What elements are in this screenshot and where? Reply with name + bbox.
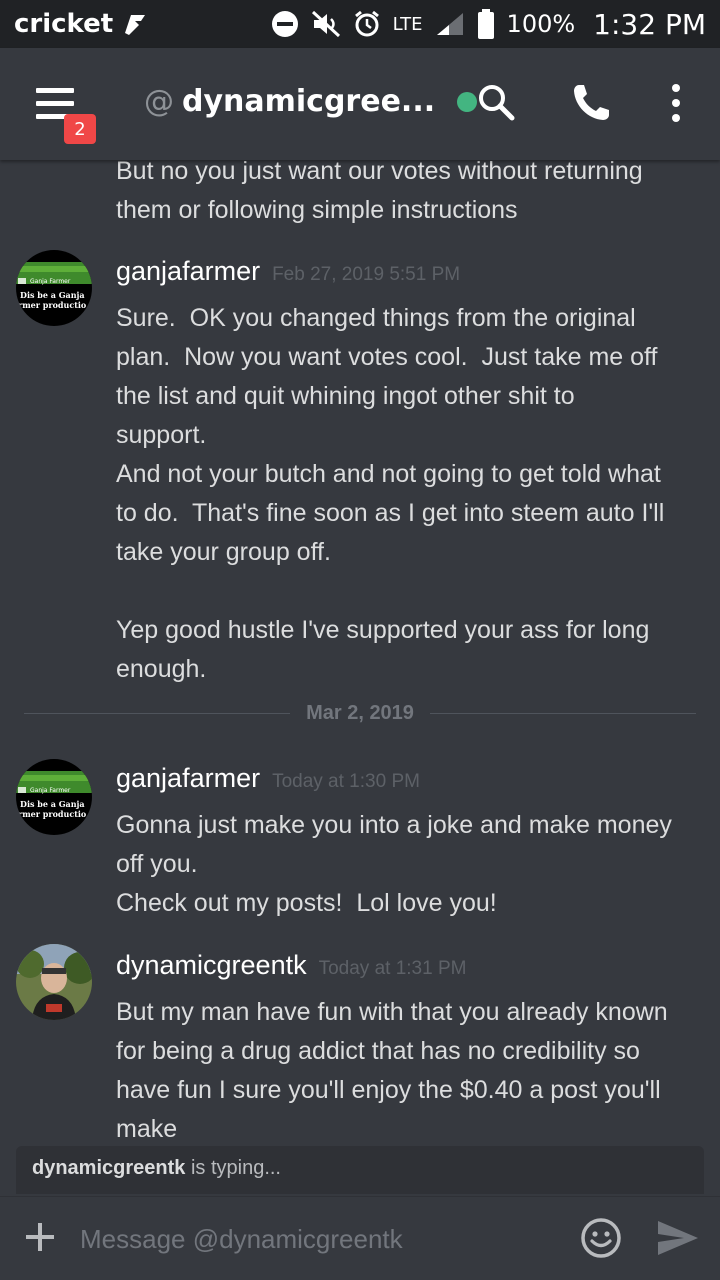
avatar-banner-text: Ganja Farmer: [30, 787, 71, 794]
battery-percent: 100%: [506, 10, 576, 38]
divider-line: [429, 712, 697, 714]
plus-icon: [26, 1223, 54, 1251]
ganjafarmer-avatar-image: Ganja Farmer Dis be a Ganja rmer product…: [16, 250, 92, 326]
search-button[interactable]: [476, 82, 516, 126]
author-name[interactable]: dynamicgreentk: [116, 950, 307, 981]
hamburger-icon-line: [36, 101, 74, 106]
search-icon: [479, 85, 515, 121]
more-options-button[interactable]: [666, 82, 686, 128]
author-name[interactable]: ganjafarmer: [116, 763, 260, 794]
avatar[interactable]: [16, 944, 92, 1020]
unread-badge: 2: [64, 114, 96, 144]
smiley-icon: [581, 1218, 621, 1258]
mute-icon: [311, 10, 341, 38]
typing-suffix: is typing...: [185, 1157, 281, 1179]
message-text: Gonna just make you into a joke and make…: [116, 811, 672, 917]
more-vertical-icon: [672, 84, 680, 122]
message-list[interactable]: But no you just want our votes without r…: [0, 160, 720, 1146]
typing-user: dynamicgreentk: [32, 1157, 186, 1179]
message-composer: [0, 1196, 720, 1280]
timestamp: Today at 1:30 PM: [272, 771, 420, 792]
clock: 1:32 PM: [593, 7, 706, 41]
divider-line: [24, 712, 291, 714]
at-symbol: @: [144, 84, 174, 119]
date-divider-label: Mar 2, 2019: [306, 701, 414, 724]
signal-icon: [435, 11, 465, 37]
svg-text:Dis be a Ganja: Dis be a Ganja: [20, 799, 85, 809]
send-icon: [658, 1221, 698, 1255]
avatar-banner-text: Ganja Farmer: [30, 278, 71, 285]
message-text: Sure. OK you changed things from the ori…: [116, 304, 665, 683]
message-header: ganjafarmer Today at 1:30 PM: [116, 763, 420, 794]
ganjafarmer-avatar-image: Ganja Farmer Dis be a Ganja rmer product…: [16, 759, 92, 835]
status-bar: cricket LTE 100% 1:32 PM: [0, 0, 720, 48]
online-status-indicator: [457, 91, 478, 112]
avatar[interactable]: Ganja Farmer Dis be a Ganja rmer product…: [16, 250, 92, 326]
carrier-label: cricket: [14, 9, 114, 39]
battery-icon: [477, 9, 495, 39]
phone-icon: [574, 85, 609, 120]
notification-icon: [121, 11, 147, 37]
svg-text:rmer productio: rmer productio: [18, 300, 87, 310]
message-text: But my man have fun with that you alread…: [116, 998, 668, 1143]
call-button[interactable]: [570, 82, 612, 128]
hamburger-icon: [36, 88, 74, 93]
svg-text:Dis be a Ganja: Dis be a Ganja: [20, 290, 85, 300]
network-type-label: LTE: [392, 13, 423, 35]
author-name[interactable]: ganjafarmer: [116, 256, 260, 287]
message-header: dynamicgreentk Today at 1:31 PM: [116, 950, 466, 981]
channel-name: dynamicgree...: [182, 84, 436, 119]
date-divider: Mar 2, 2019: [24, 700, 697, 726]
typing-indicator: dynamicgreentk is typing...: [16, 1146, 704, 1194]
attach-button[interactable]: [24, 1221, 56, 1257]
dynamicgreentk-avatar-image: [16, 944, 92, 1020]
timestamp: Feb 27, 2019 5:51 PM: [272, 264, 461, 285]
do-not-disturb-icon: [271, 10, 299, 38]
send-button[interactable]: [656, 1219, 700, 1261]
dm-channel-header[interactable]: @ dynamicgree...: [144, 84, 478, 119]
avatar[interactable]: Ganja Farmer Dis be a Ganja rmer product…: [16, 759, 92, 835]
top-app-bar: 2 @ dynamicgree...: [0, 48, 720, 160]
svg-text:rmer productio: rmer productio: [18, 809, 87, 819]
alarm-icon: [353, 10, 381, 38]
emoji-button[interactable]: [580, 1217, 622, 1263]
timestamp: Today at 1:31 PM: [318, 958, 467, 979]
message-header: ganjafarmer Feb 27, 2019 5:51 PM: [116, 256, 460, 287]
message-input[interactable]: [80, 1215, 560, 1263]
message-continuation: But no you just want our votes without r…: [116, 160, 643, 224]
